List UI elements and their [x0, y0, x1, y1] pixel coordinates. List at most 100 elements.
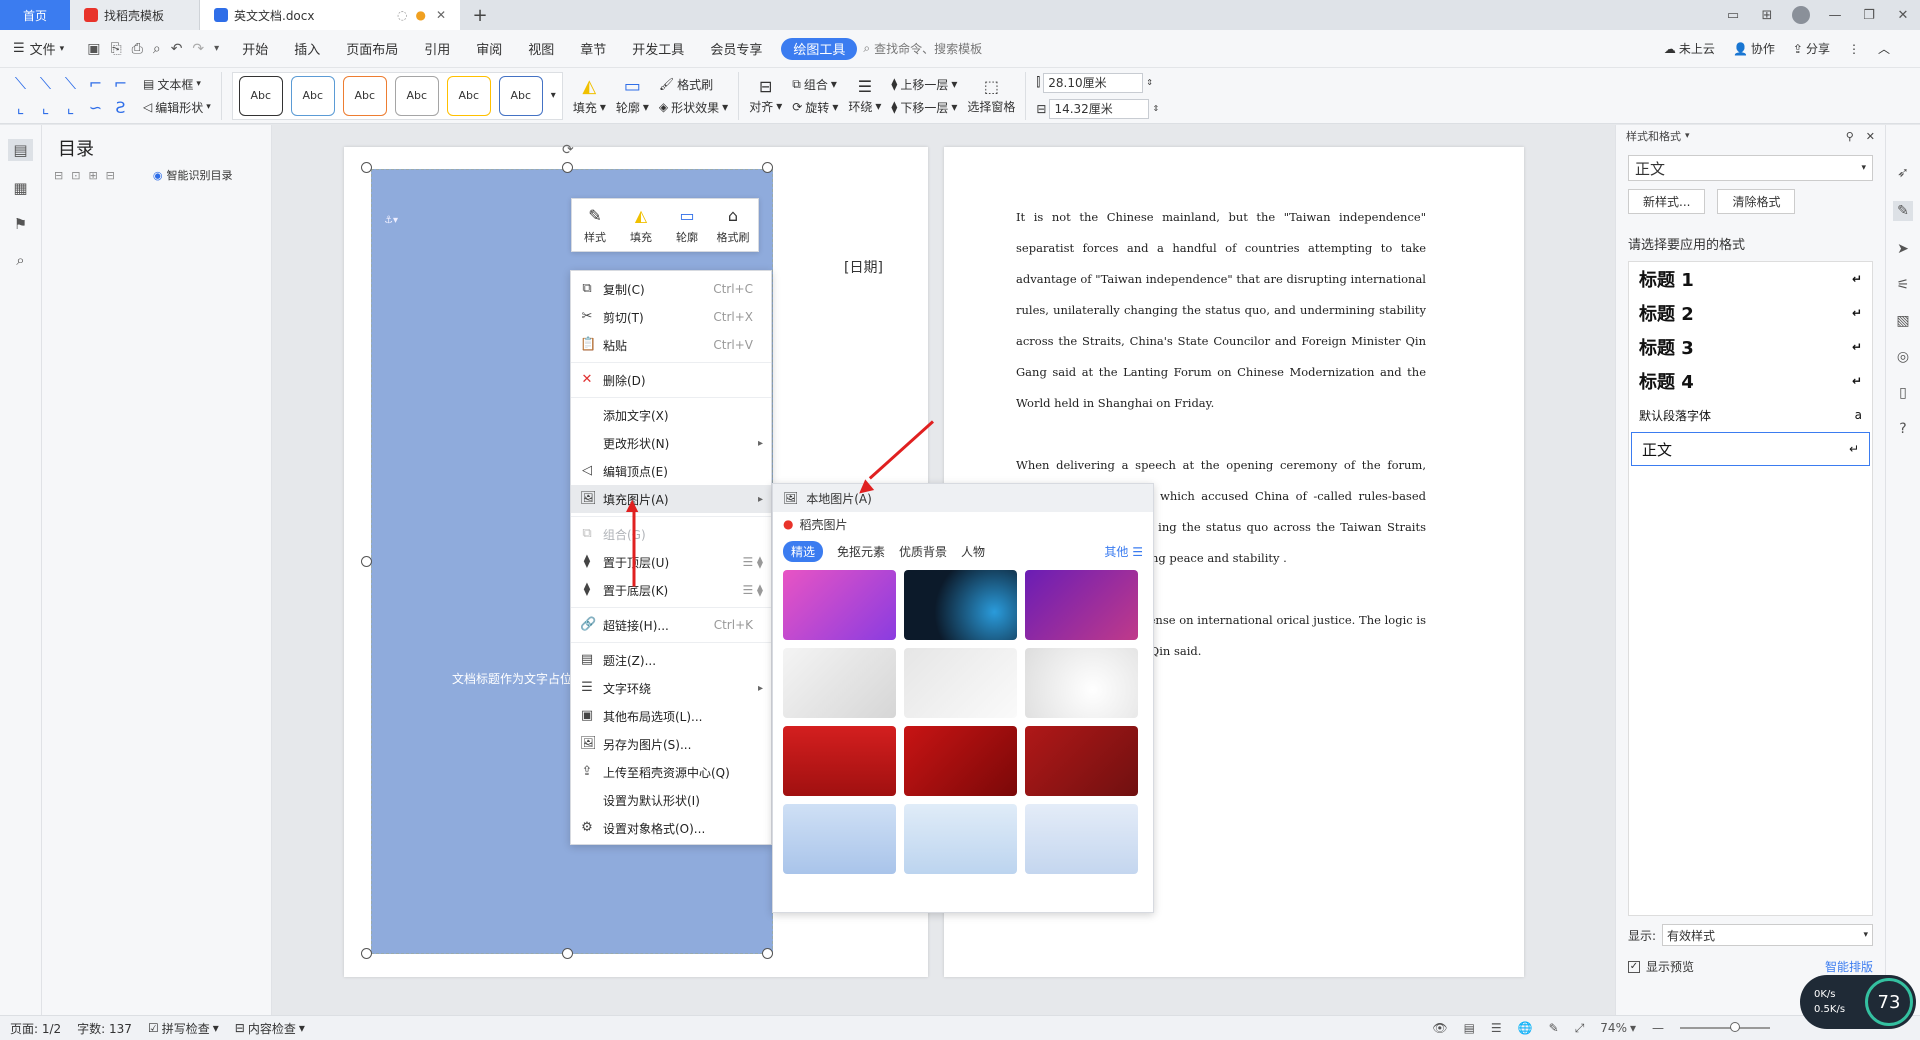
menu-fill-picture[interactable]: 🖼 填充图片(A) ▸: [571, 485, 771, 513]
style-heading-2[interactable]: 标题 2 ↵: [1629, 296, 1872, 330]
menu-section[interactable]: 章节: [567, 30, 619, 68]
menu-copy[interactable]: ⧉ 复制(C) Ctrl+C: [571, 275, 771, 303]
zoom-slider[interactable]: [1680, 1022, 1770, 1032]
page-view-icon[interactable]: ▤: [1464, 1021, 1475, 1035]
selection-pane-button[interactable]: ⬚ 选择窗格: [967, 77, 1015, 115]
rocket-icon[interactable]: ➶: [1897, 165, 1909, 181]
docer-picture-item[interactable]: ● 稻壳图片: [773, 512, 1153, 536]
resize-handle[interactable]: [361, 162, 372, 173]
eye-icon[interactable]: 👁: [1432, 1021, 1447, 1035]
content-check-button[interactable]: ⊟ 内容检查 ▾: [235, 1020, 305, 1037]
menu-more-layout[interactable]: ▣ 其他布局选项(L)...: [571, 702, 771, 730]
style-default-font[interactable]: 默认段落字体 a: [1629, 398, 1872, 432]
tab-template[interactable]: 找稻壳模板: [70, 0, 200, 30]
bookmark-icon[interactable]: ⚑: [14, 215, 27, 233]
wrap-button[interactable]: ☰ 环绕 ▾: [848, 77, 881, 115]
export-pdf-icon[interactable]: ⎘: [110, 41, 121, 57]
adjust-icon[interactable]: ⚟: [1897, 277, 1910, 293]
save-icon[interactable]: ▣: [87, 41, 100, 57]
expand-icon[interactable]: ⊡: [71, 169, 80, 182]
menu-change-shape[interactable]: 更改形状(N) ▸: [571, 429, 771, 457]
picture-thumbnail[interactable]: [1025, 648, 1138, 718]
page-indicator[interactable]: 页面: 1/2: [10, 1020, 61, 1037]
menu-member[interactable]: 会员专享: [697, 30, 775, 68]
add-level-icon[interactable]: ⊞: [88, 169, 97, 182]
menu-paste[interactable]: 📋 粘贴 Ctrl+V: [571, 331, 771, 359]
menu-edit-points[interactable]: ◁ 编辑顶点(E): [571, 457, 771, 485]
web-view-icon[interactable]: 🌐: [1518, 1021, 1533, 1035]
clear-format-button[interactable]: 清除格式: [1717, 189, 1796, 214]
menu-view[interactable]: 视图: [515, 30, 567, 68]
print-icon[interactable]: ⎙: [132, 41, 143, 57]
share-button[interactable]: ⇪ 分享: [1793, 40, 1830, 57]
help-icon[interactable]: ?: [1899, 421, 1906, 437]
panel-close-icon[interactable]: ✕: [1866, 130, 1875, 143]
more-tab[interactable]: 其他 ☰: [1104, 543, 1143, 560]
style-heading-3[interactable]: 标题 3 ↵: [1629, 330, 1872, 364]
menu-reference[interactable]: 引用: [411, 30, 463, 68]
shape-effect-button[interactable]: ◈ 形状效果 ▾: [659, 99, 728, 116]
mini-style-button[interactable]: ✎ 样式: [572, 198, 618, 252]
tab-document[interactable]: 英文文档.docx ◌ ● ✕: [200, 0, 460, 30]
width-input[interactable]: 28.10厘米: [1043, 72, 1144, 93]
menu-cut[interactable]: ✂ 剪切(T) Ctrl+X: [571, 303, 771, 331]
collab-button[interactable]: 👤 协作: [1733, 40, 1775, 57]
tab-cutout[interactable]: 免抠元素: [837, 543, 885, 560]
picture-thumbnail[interactable]: [783, 648, 896, 718]
menu-insert[interactable]: 插入: [281, 30, 333, 68]
rotate-handle-icon[interactable]: ⟳: [562, 142, 574, 158]
more-dots-icon[interactable]: ⋮: [1848, 42, 1860, 56]
file-menu[interactable]: ☰ 文件 ▾: [0, 30, 77, 68]
pin-map-icon[interactable]: ◎: [1897, 349, 1909, 365]
format-brush-button[interactable]: 🖌 格式刷: [659, 76, 728, 93]
shape-style-2[interactable]: Abc: [290, 75, 335, 116]
style-pen-icon[interactable]: ✎: [1893, 201, 1913, 221]
print-preview-icon[interactable]: ⌕: [153, 41, 161, 57]
tab-featured[interactable]: 精选: [783, 540, 824, 562]
shape-style-6[interactable]: Abc: [498, 75, 543, 116]
more-icon[interactable]: ▾: [214, 43, 219, 54]
textbox-button[interactable]: ▤ 文本框 ▾: [143, 76, 211, 93]
resize-handle[interactable]: [762, 948, 773, 959]
picture-thumbnail[interactable]: [783, 726, 896, 796]
redo-icon[interactable]: ↷: [192, 41, 204, 57]
menu-format-object[interactable]: ⚙ 设置对象格式(O)...: [571, 814, 771, 842]
edit-shape-button[interactable]: ◁ 编辑形状 ▾: [143, 99, 211, 116]
mini-outline-button[interactable]: ▭ 轮廓: [664, 198, 710, 252]
menu-delete[interactable]: ✕ 删除(D): [571, 366, 771, 394]
pin-icon[interactable]: ⚲: [1846, 130, 1854, 143]
picture-thumbnail[interactable]: [904, 570, 1017, 640]
menu-send-bottom[interactable]: ⧫ 置于底层(K) ☰ ⧫: [571, 576, 771, 604]
new-style-button[interactable]: 新样式...: [1628, 189, 1706, 214]
shape-style-1[interactable]: Abc: [238, 75, 283, 116]
preview-checkbox[interactable]: ✓: [1628, 960, 1640, 973]
menu-add-text[interactable]: 添加文字(X): [571, 401, 771, 429]
wrap-icon[interactable]: ☰ ⧫: [742, 583, 763, 597]
smart-layout-button[interactable]: 智能排版: [1825, 958, 1873, 975]
toc-icon[interactable]: ▤: [8, 139, 33, 161]
collapse-all-icon[interactable]: ⊟: [54, 169, 63, 182]
group-button[interactable]: ⧉ 组合 ▾: [792, 76, 838, 93]
show-select[interactable]: 有效样式 ▾: [1662, 924, 1873, 946]
mini-brush-button[interactable]: ⌂ 格式刷: [710, 198, 756, 252]
new-tab-button[interactable]: +: [460, 5, 500, 26]
picture-thumbnail[interactable]: [904, 804, 1017, 874]
current-style-select[interactable]: 正文 ▾: [1628, 155, 1873, 181]
remove-level-icon[interactable]: ⊟: [106, 169, 115, 182]
resize-handle[interactable]: [361, 948, 372, 959]
picture-thumbnail[interactable]: [1025, 726, 1138, 796]
height-input[interactable]: 14.32厘米: [1049, 98, 1150, 119]
mini-fill-button[interactable]: ◭ 填充: [618, 198, 664, 252]
menu-layout[interactable]: 页面布局: [333, 30, 411, 68]
menu-set-default[interactable]: 设置为默认形状(I): [571, 786, 771, 814]
fit-icon[interactable]: ⤢: [1575, 1021, 1585, 1036]
menu-start[interactable]: 开始: [229, 30, 281, 68]
zoom-slider-handle[interactable]: [1730, 1022, 1740, 1032]
layout-icon[interactable]: ▭: [1716, 0, 1750, 30]
picture-thumbnail[interactable]: [1025, 570, 1138, 640]
close-window-icon[interactable]: ✕: [1886, 0, 1920, 30]
undo-icon[interactable]: ↶: [171, 41, 183, 57]
gallery-more-icon[interactable]: ▾: [551, 90, 556, 101]
picture-thumbnail[interactable]: [1025, 804, 1138, 874]
command-search[interactable]: ⌕ 查找命令、搜索模板: [863, 40, 982, 57]
